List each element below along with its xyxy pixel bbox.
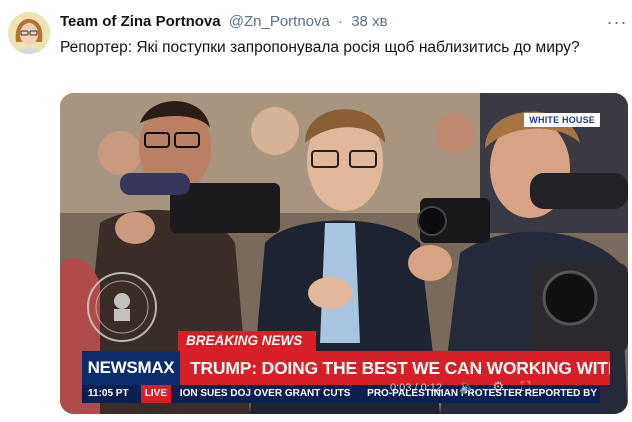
fullscreen-icon[interactable]: ⛶ [521,379,530,395]
user-handle[interactable]: @Zn_Portnova [229,13,330,30]
player-controls: 0:03 / 0:12 🔈 ⚙ ⛶ [390,379,530,395]
duration: 0:12 [420,382,443,394]
more-dots-icon[interactable]: ··· [604,12,630,32]
ticker-time: 11:05 PT [88,388,129,399]
tweet-text: Репортер: Які поступки запропонувала рос… [60,39,580,56]
display-name[interactable]: Team of Zina Portnova [60,13,221,30]
avatar[interactable] [8,12,50,54]
time-divider: / [414,382,418,394]
elapsed-time: 0:03 [390,382,412,394]
ticker-item: ION SUES DOJ OVER GRANT CUTS [179,388,351,399]
volume-icon[interactable]: 🔈 [459,379,475,395]
live-badge: LIVE [140,385,172,403]
timestamp[interactable]: 38 хв [351,13,387,30]
video-player[interactable]: WHITE HOUSE BREAKING NEWS NEWSMAX TRUMP:… [60,93,628,414]
white-house-bug: WHITE HOUSE [524,113,600,127]
separator: · [338,13,344,30]
tweet: Team of Zina Portnova @Zn_Portnova · 38 … [0,0,632,422]
tweet-header: Team of Zina Portnova @Zn_Portnova · 38 … [60,12,388,32]
breaking-news-label: BREAKING NEWS [178,331,316,351]
settings-gear-icon[interactable]: ⚙ [492,379,504,395]
newsmax-logo: NEWSMAX [82,351,180,385]
